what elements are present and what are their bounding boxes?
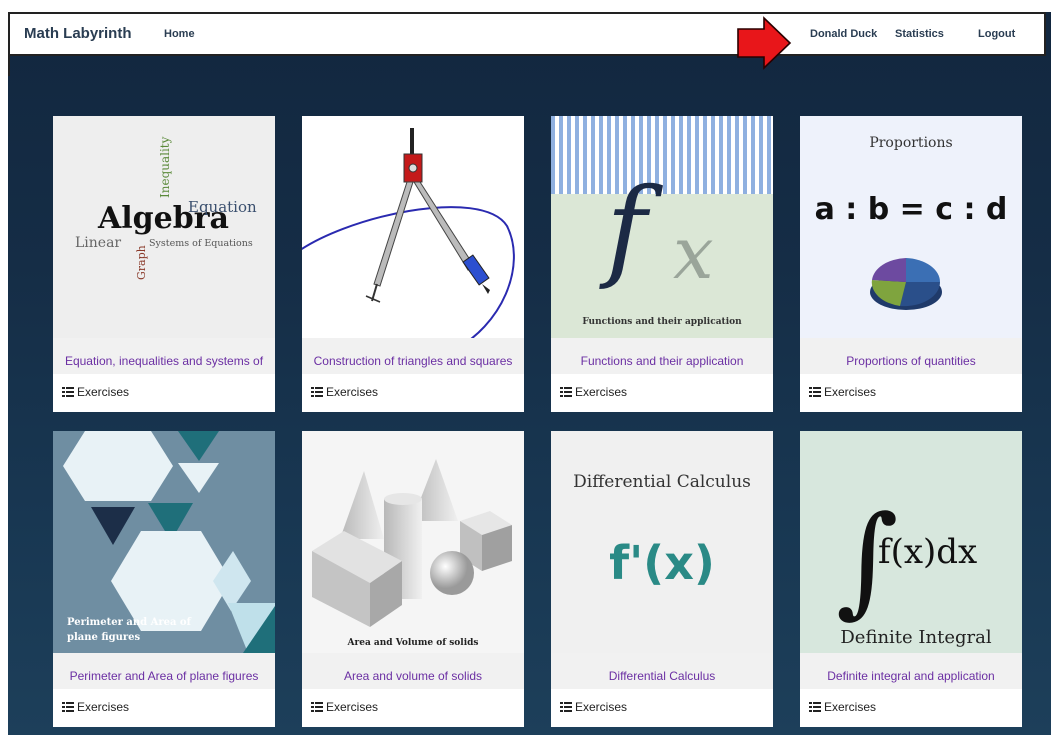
list-icon (560, 387, 572, 397)
card-perimeter[interactable]: Perimeter and Area of plane figures Peri… (53, 431, 275, 727)
word-equation: Equation (188, 198, 257, 216)
solids-caption: Area and Volume of solids (347, 638, 479, 648)
3d-solids-icon: Area and Volume of solids (312, 459, 512, 648)
brand-logo[interactable]: Math Labyrinth (24, 25, 132, 42)
nav-home-link[interactable]: Home (164, 28, 195, 40)
list-icon (560, 702, 572, 712)
exercises-link[interactable]: Exercises (551, 689, 773, 727)
exercises-label: Exercises (326, 700, 379, 714)
perimeter-caption-1: Perimeter and Area of (67, 617, 192, 628)
differential-heading: Differential Calculus (573, 472, 751, 492)
card-title[interactable]: Equation, inequalities and systems of eq… (53, 338, 275, 390)
proportions-heading: Proportions (869, 135, 952, 151)
fx-x: x (673, 211, 714, 295)
exercises-label: Exercises (575, 385, 628, 399)
card-title[interactable]: Proportions of quantities (800, 338, 1022, 374)
integral-caption: Definite Integral (840, 627, 991, 648)
card-functions[interactable]: f x Functions and their application Func… (551, 116, 773, 412)
card-algebra-image: Algebra Equation Inequality Linear Syste… (53, 116, 275, 338)
card-title[interactable]: Differential Calculus (551, 653, 773, 689)
card-title[interactable]: Construction of triangles and squares (302, 338, 524, 374)
card-perimeter-image: Perimeter and Area of plane figures (53, 431, 275, 653)
compass-icon (302, 128, 515, 338)
card-title[interactable]: Perimeter and Area of plane figures (53, 653, 275, 689)
exercises-label: Exercises (824, 700, 877, 714)
list-icon (62, 387, 74, 397)
pie-chart-icon: Proportions a : b = c : d (815, 135, 1008, 310)
function-fx-icon: f x Functions and their application (551, 116, 773, 327)
card-title[interactable]: Functions and their application (551, 338, 773, 374)
word-systems: Systems of Equations (149, 238, 253, 249)
hexagon-shapes-icon: Perimeter and Area of plane figures (63, 431, 275, 653)
nav-statistics-link[interactable]: Statistics (895, 28, 944, 40)
card-integral-image: ∫ f(x)dx Definite Integral (800, 431, 1022, 653)
derivative-icon: Differential Calculus f'(x) (573, 472, 751, 590)
nav-user-link[interactable]: Donald Duck (810, 28, 877, 40)
derivative-formula: f'(x) (609, 536, 715, 590)
card-solids[interactable]: Area and Volume of solids Area and volum… (302, 431, 524, 727)
exercises-link[interactable]: Exercises (800, 374, 1022, 412)
integral-formula: f(x)dx (878, 532, 977, 572)
algebra-word-cloud: Algebra Equation Inequality Linear Syste… (75, 136, 257, 280)
functions-caption: Functions and their application (582, 317, 742, 327)
exercises-label: Exercises (77, 385, 130, 399)
exercises-link[interactable]: Exercises (800, 689, 1022, 727)
list-icon (311, 387, 323, 397)
perimeter-caption-2: plane figures (67, 632, 141, 643)
exercises-link[interactable]: Exercises (302, 374, 524, 412)
card-solids-image: Area and Volume of solids (302, 431, 524, 653)
exercises-label: Exercises (824, 385, 877, 399)
list-icon (809, 702, 821, 712)
nav-logout-link[interactable]: Logout (978, 28, 1015, 40)
list-icon (62, 702, 74, 712)
word-graph: Graph (135, 245, 148, 280)
proportion-formula: a : b = c : d (815, 192, 1008, 227)
card-differential[interactable]: Differential Calculus f'(x) Differential… (551, 431, 773, 727)
list-icon (809, 387, 821, 397)
card-differential-image: Differential Calculus f'(x) (551, 431, 773, 653)
exercises-label: Exercises (326, 385, 379, 399)
card-algebra[interactable]: Algebra Equation Inequality Linear Syste… (53, 116, 275, 412)
red-arrow-icon (737, 16, 792, 70)
integral-icon: ∫ f(x)dx Definite Integral (836, 491, 992, 648)
exercises-label: Exercises (575, 700, 628, 714)
card-integral[interactable]: ∫ f(x)dx Definite Integral Definite inte… (800, 431, 1022, 727)
exercises-label: Exercises (77, 700, 130, 714)
navbar-edge (8, 56, 10, 76)
card-construction[interactable]: Construction of triangles and squares Ex… (302, 116, 524, 412)
exercises-link[interactable]: Exercises (53, 689, 275, 727)
card-title[interactable]: Area and volume of solids (302, 653, 524, 689)
word-inequality: Inequality (158, 136, 172, 198)
card-proportions-image: Proportions a : b = c : d (800, 116, 1022, 338)
card-construction-image (302, 116, 524, 338)
card-title[interactable]: Definite integral and application (800, 653, 1022, 689)
exercises-link[interactable]: Exercises (302, 689, 524, 727)
exercises-link[interactable]: Exercises (551, 374, 773, 412)
card-proportions[interactable]: Proportions a : b = c : d Proportions of… (800, 116, 1022, 412)
exercises-link[interactable]: Exercises (53, 374, 275, 412)
card-functions-image: f x Functions and their application (551, 116, 773, 338)
top-navbar: Math Labyrinth Home Donald Duck Statisti… (8, 12, 1046, 56)
word-linear: Linear (75, 235, 121, 251)
list-icon (311, 702, 323, 712)
